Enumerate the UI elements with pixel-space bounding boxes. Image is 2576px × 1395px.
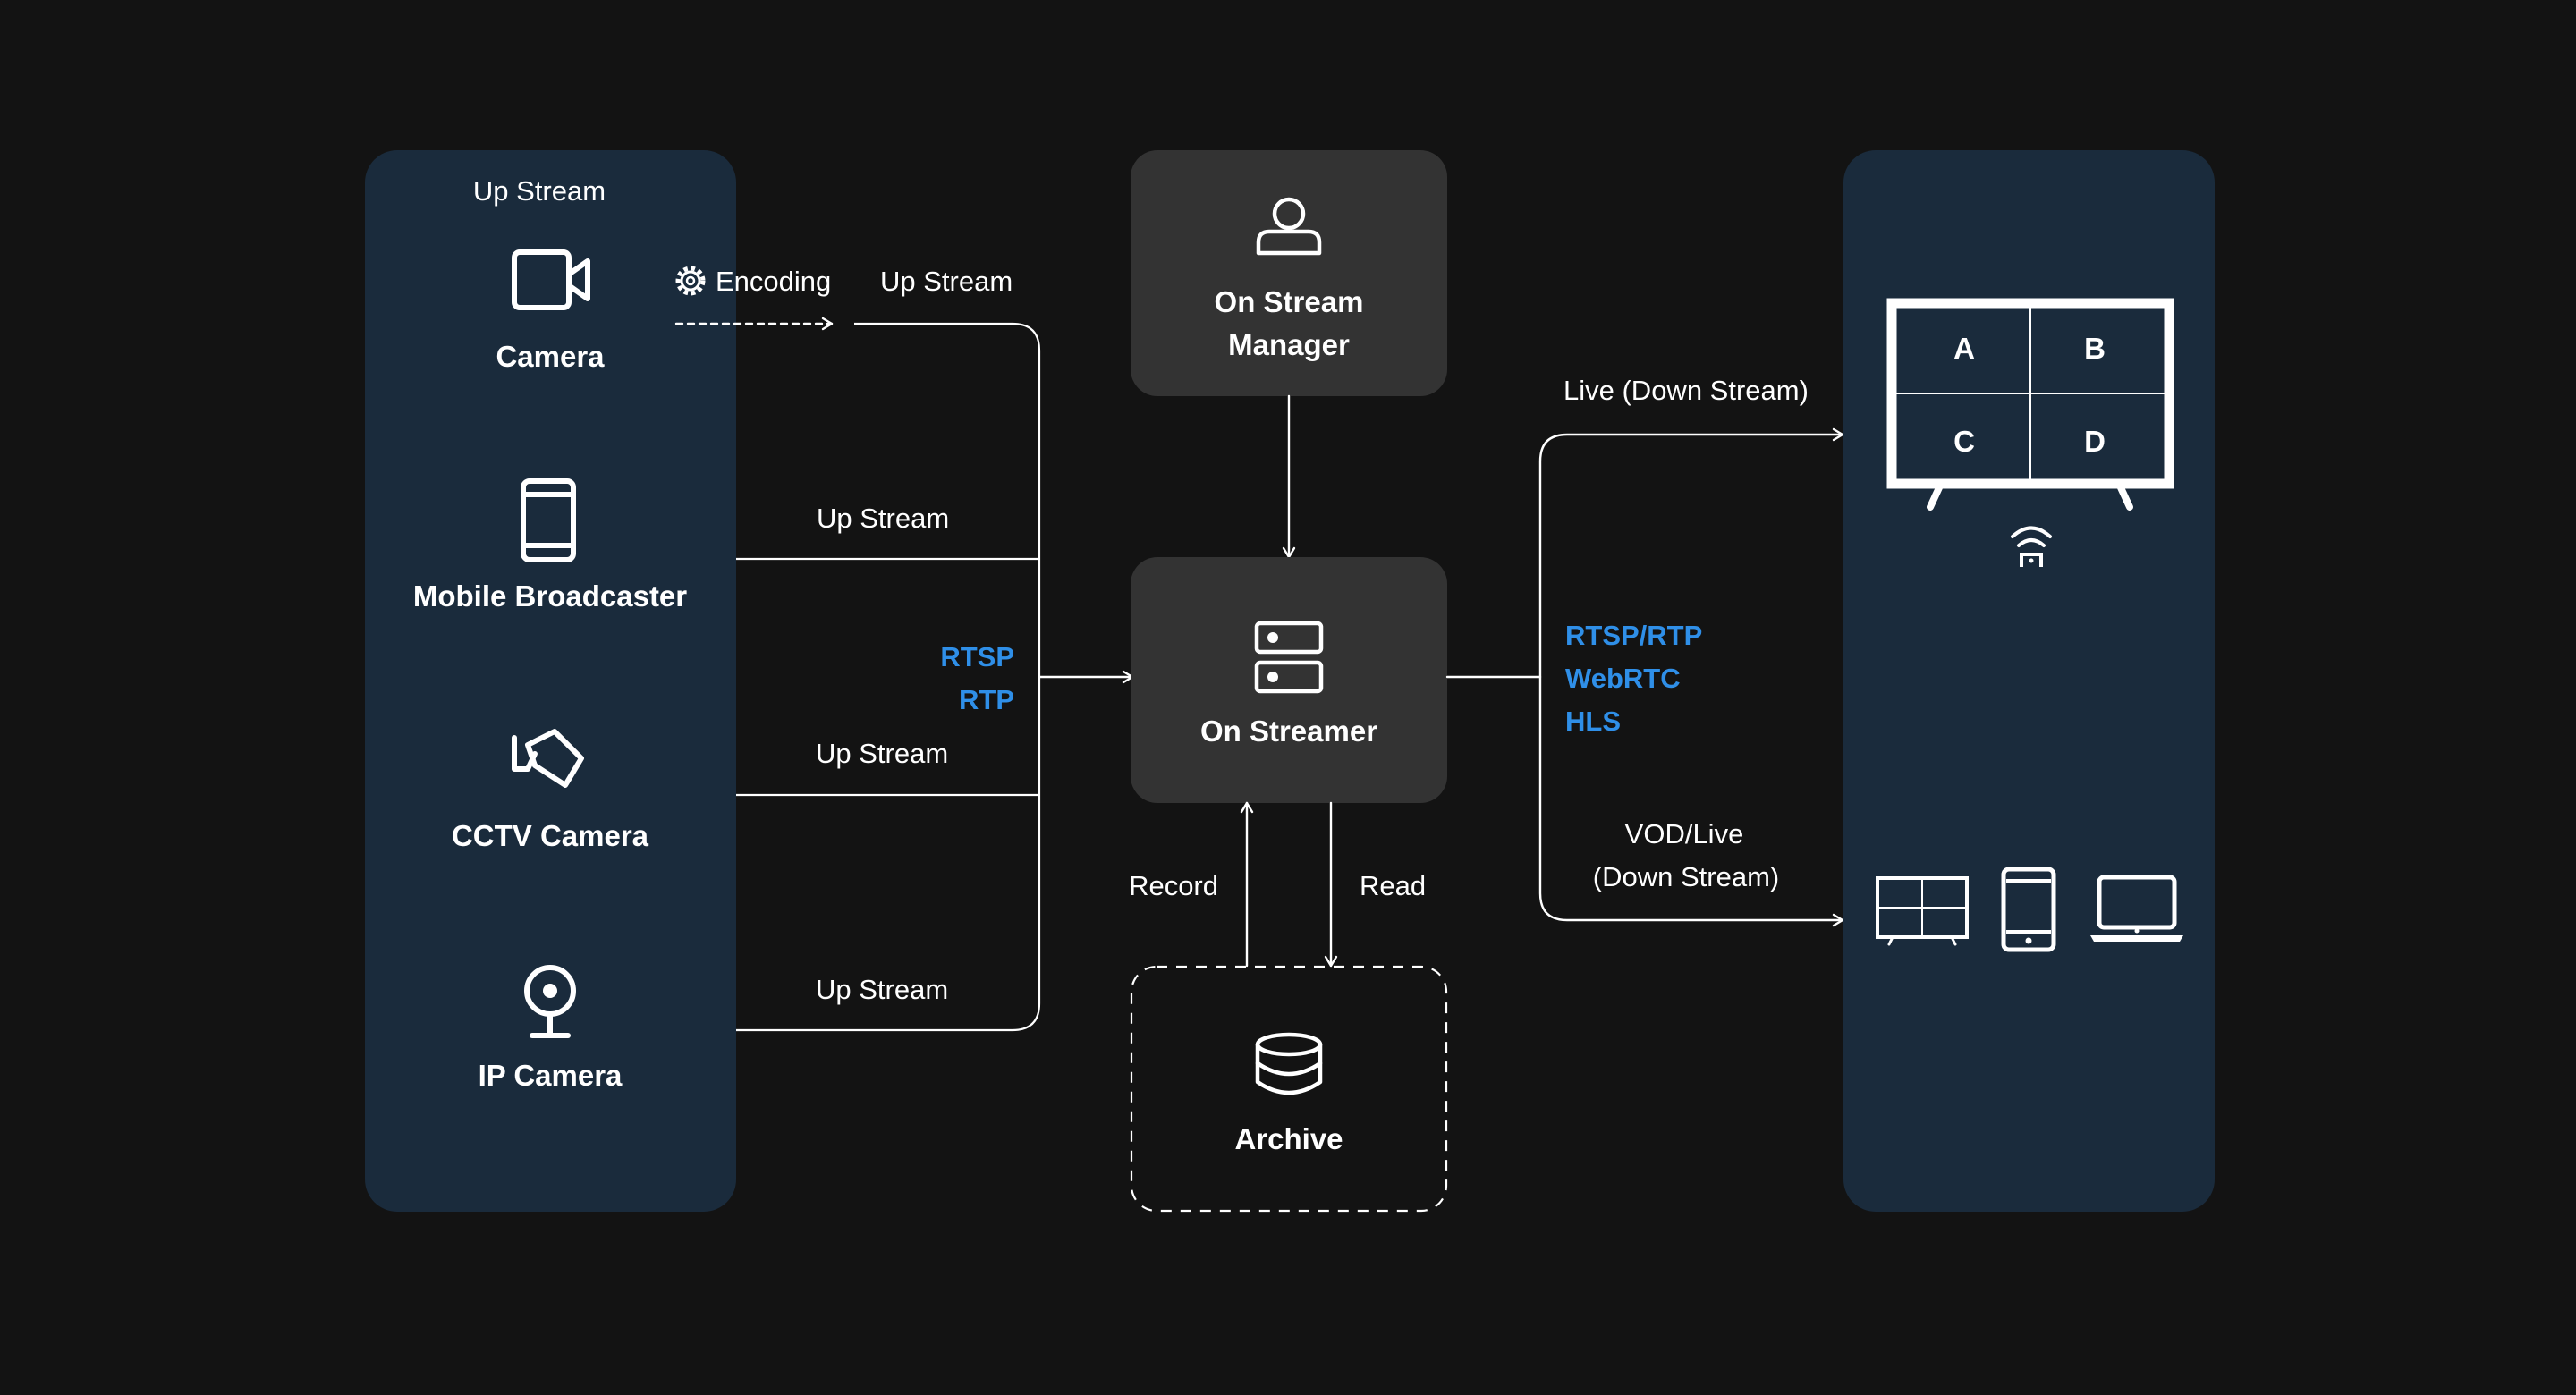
camera-upstream-line [736,322,1041,1032]
protocol-webrtc: WebRTC [1565,663,1681,694]
manager-label-line2: Manager [1228,328,1350,361]
camera-label: Camera [496,340,605,373]
viewer-panel [1843,150,2215,1212]
database-icon [1255,1032,1323,1095]
protocol-rtsp-rtp: RTSP/RTP [1565,620,1702,651]
multiview-cell-c: C [1953,425,1975,458]
streaming-architecture-diagram: Up Stream Camera Mobile Broadcaster CCTV… [365,150,2215,1213]
read-label: Read [1360,870,1426,901]
archive-node [1130,965,1448,1213]
manager-label-line1: On Stream [1215,285,1364,318]
upstream-label-camera: Up Stream [880,266,1013,297]
protocol-rtp: RTP [959,684,1014,715]
multiview-cell-a: A [1953,332,1975,365]
vod-label-line2: (Down Stream) [1593,861,1779,892]
encoding-label: Encoding [716,266,831,297]
record-label: Record [1129,870,1218,901]
mobile-broadcaster-label: Mobile Broadcaster [413,579,687,613]
archive-label: Archive [1234,1122,1343,1155]
upstream-label-mobile: Up Stream [817,503,949,534]
ip-camera-label: IP Camera [479,1059,623,1092]
upstream-panel-header: Up Stream [473,175,606,207]
vod-label-line1: VOD/Live [1625,818,1744,850]
cctv-camera-label: CCTV Camera [452,819,649,852]
live-downstream-label: Live (Down Stream) [1563,375,1809,406]
multiview-cell-d: D [2084,425,2106,458]
upstream-label-cctv: Up Stream [816,738,948,769]
multiview-cell-b: B [2084,332,2106,365]
protocol-hls: HLS [1565,706,1621,737]
streamer-node [1131,557,1447,803]
upstream-label-ip: Up Stream [816,974,948,1005]
protocol-rtsp: RTSP [940,641,1014,672]
streamer-label: On Streamer [1200,714,1377,748]
